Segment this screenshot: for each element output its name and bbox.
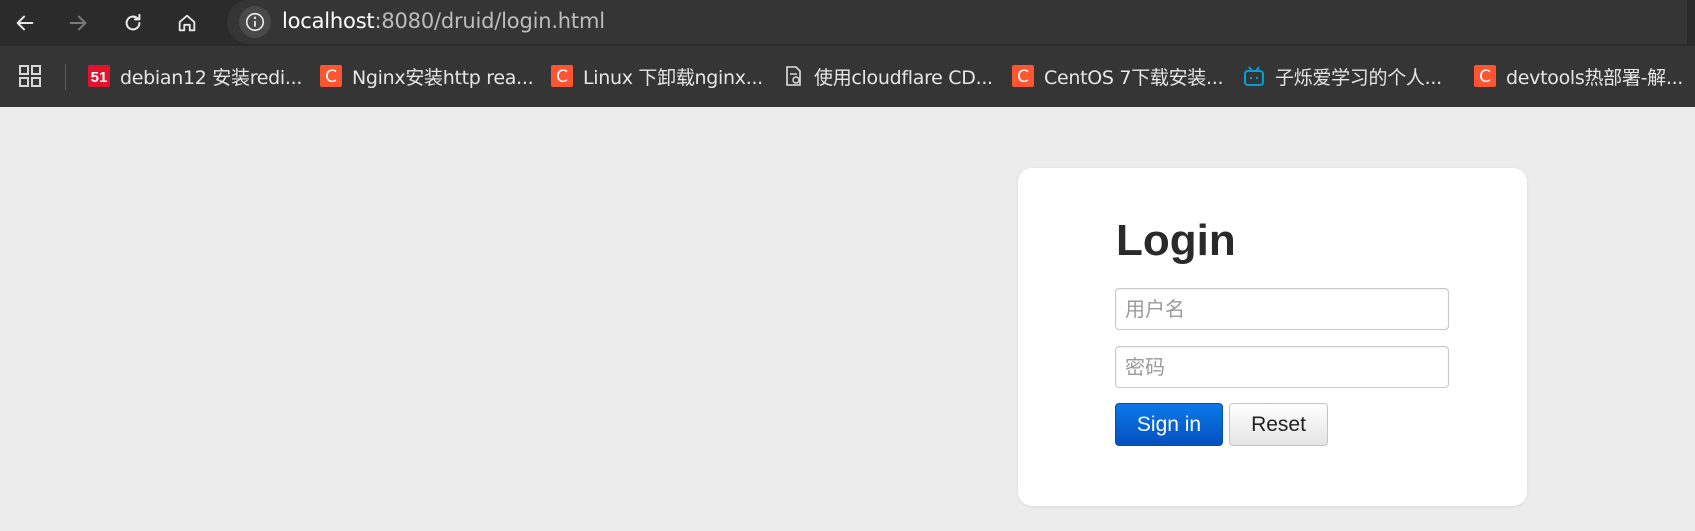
username-input[interactable] (1115, 288, 1449, 330)
bilibili-icon (1243, 65, 1265, 87)
reset-button[interactable]: Reset (1229, 403, 1328, 446)
bookmark-item[interactable]: 51 debian12 安装redi... (88, 60, 302, 92)
back-button[interactable] (8, 6, 42, 40)
csdn-icon: C (551, 65, 573, 87)
back-icon (16, 15, 34, 31)
browser-toolbar: localhost:8080/druid/login.html (0, 0, 1695, 46)
password-input[interactable] (1115, 346, 1449, 388)
51cto-icon: 51 (88, 65, 110, 87)
bookmark-label: devtools热部署-解... (1506, 66, 1684, 89)
url-text[interactable]: localhost:8080/druid/login.html (282, 0, 605, 42)
bookmark-item[interactable]: 使用cloudflare CD... (782, 60, 993, 92)
svg-text:51: 51 (91, 69, 108, 86)
bookmark-label: Nginx安装http rea... (352, 66, 534, 89)
document-icon (782, 65, 804, 87)
reload-button[interactable] (116, 6, 150, 40)
login-card (1018, 168, 1527, 506)
csdn-icon: C (320, 65, 342, 87)
forward-icon (69, 15, 87, 31)
svg-text:C: C (1017, 67, 1029, 87)
reload-icon (125, 13, 141, 31)
bookmark-item[interactable]: 子烁爱学习的个人... (1243, 60, 1442, 92)
login-title: Login (1116, 216, 1236, 265)
bookmark-item[interactable]: C Nginx安装http rea... (320, 60, 534, 92)
sign-in-button[interactable]: Sign in (1115, 403, 1223, 446)
svg-text:C: C (1479, 67, 1491, 87)
home-icon (178, 14, 196, 32)
bookmark-label: debian12 安装redi... (120, 66, 303, 89)
bookmark-label: CentOS 7下载安装... (1044, 66, 1224, 89)
svg-text:C: C (325, 67, 337, 87)
url-host: localhost (282, 9, 375, 33)
bookmark-item[interactable]: C devtools热部署-解... (1474, 60, 1683, 92)
bookmark-item[interactable]: C CentOS 7下载安装... (1012, 60, 1224, 92)
bookmark-label: 子烁爱学习的个人... (1275, 66, 1442, 89)
forward-button[interactable] (61, 6, 95, 40)
url-path: :8080/druid/login.html (374, 9, 605, 33)
home-button[interactable] (170, 6, 204, 40)
bookmarks-separator (65, 64, 66, 90)
svg-text:C: C (556, 67, 568, 87)
bookmark-label: Linux 下卸载nginx... (583, 66, 763, 89)
csdn-icon: C (1474, 65, 1496, 87)
site-info-icon[interactable] (239, 6, 271, 38)
bookmark-label: 使用cloudflare CD... (814, 66, 993, 89)
bookmark-item[interactable]: C Linux 下卸载nginx... (551, 60, 763, 92)
apps-grid-icon[interactable] (18, 64, 42, 88)
csdn-icon: C (1012, 65, 1034, 87)
